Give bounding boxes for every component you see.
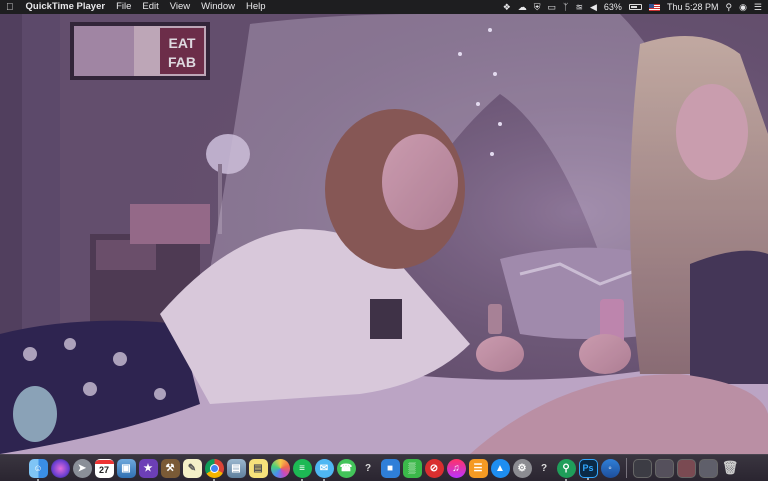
battery-percent[interactable]: 63% — [604, 0, 622, 14]
edge-icon[interactable]: ◦ — [600, 458, 620, 478]
dock: ☺ ➤ 27 ▣ ★ ⚒ ✎ ▤ ▤ ≡ ✉ ☎ ? ■ ▒ ⊘ ♫ ☰ ▲ ⚙… — [0, 454, 768, 481]
notification-center-icon[interactable]: ☰ — [754, 0, 762, 14]
numbers-icon[interactable]: ▒ — [402, 458, 422, 478]
stickies-icon[interactable]: ▤ — [248, 458, 268, 478]
imovie-icon[interactable]: ★ — [138, 458, 158, 478]
photoshop-label: Ps — [582, 463, 594, 473]
menu-app-name[interactable]: QuickTime Player — [26, 0, 106, 14]
photos-icon[interactable] — [270, 458, 290, 478]
clock[interactable]: Thu 5:28 PM — [667, 0, 719, 14]
status-area: ❖ ☁ ⛨ ▭ ᛉ ≊ ◀ 63% Thu 5:28 PM ⚲ ◉ ☰ — [503, 0, 762, 14]
app-store-icon[interactable]: ▲ — [490, 458, 510, 478]
sourcetree-icon[interactable]: ⚲ — [556, 458, 576, 481]
finder-icon[interactable]: ☺ — [28, 458, 48, 481]
dock-separator — [625, 458, 627, 478]
calendar-icon[interactable]: 27 — [94, 458, 114, 478]
menu-edit[interactable]: Edit — [142, 0, 158, 14]
facetime-icon[interactable]: ☎ — [336, 458, 356, 478]
wifi-icon[interactable]: ≊ — [575, 0, 583, 14]
volume-icon[interactable]: ◀ — [590, 0, 597, 14]
notes-icon[interactable]: ✎ — [182, 458, 202, 478]
apple-menu-icon[interactable]:  — [6, 2, 14, 13]
image-capture-icon[interactable]: ▤ — [226, 458, 246, 478]
spotify-icon[interactable]: ≡ — [292, 458, 312, 481]
calendar-date: 27 — [98, 465, 109, 475]
menu-file[interactable]: File — [116, 0, 131, 14]
no-entry-icon[interactable]: ⊘ — [424, 458, 444, 478]
bluetooth-icon[interactable]: ᛉ — [563, 0, 568, 14]
preview-icon[interactable]: ▣ — [116, 458, 136, 478]
minimized-window-1[interactable] — [632, 458, 652, 478]
minimized-window-2[interactable] — [654, 458, 674, 478]
siri-menu-icon[interactable]: ◉ — [739, 0, 747, 14]
shield-icon[interactable]: ⛨ — [534, 0, 541, 14]
messages-icon[interactable]: ✉ — [314, 458, 334, 481]
creative-cloud-icon[interactable]: ☁ — [518, 0, 527, 14]
airplay-icon[interactable]: ▭ — [548, 0, 557, 14]
ibooks-icon[interactable]: ☰ — [468, 458, 488, 478]
battery-icon[interactable] — [628, 4, 642, 10]
menu-window[interactable]: Window — [201, 0, 235, 14]
siri-icon[interactable] — [50, 458, 70, 478]
menu-bar:  QuickTime Player File Edit View Window… — [0, 0, 768, 14]
input-source-flag-icon[interactable] — [648, 3, 660, 11]
system-preferences-icon[interactable]: ⚙ — [512, 458, 532, 478]
video-frame[interactable]: EAT FAB — [0, 14, 768, 454]
menu-view[interactable]: View — [170, 0, 190, 14]
itunes-icon[interactable]: ♫ — [446, 458, 466, 478]
keynote-icon[interactable]: ■ — [380, 458, 400, 478]
minimized-window-4[interactable] — [698, 458, 718, 478]
spotlight-search-icon[interactable]: ⚲ — [725, 0, 732, 14]
unknown-app-icon-2[interactable]: ? — [535, 459, 554, 478]
unknown-app-icon[interactable]: ? — [359, 459, 378, 478]
launchpad-icon[interactable]: ➤ — [72, 458, 92, 478]
scripts-icon[interactable]: ⚒ — [160, 458, 180, 478]
trash-icon[interactable]: 🗑 — [721, 459, 740, 478]
video-scene: EAT FAB — [0, 14, 768, 454]
photoshop-icon[interactable]: Ps — [578, 458, 598, 480]
minimized-window-3[interactable] — [676, 458, 696, 478]
chrome-icon[interactable] — [204, 458, 224, 481]
dropbox-icon[interactable]: ❖ — [503, 0, 511, 14]
menu-help[interactable]: Help — [246, 0, 266, 14]
